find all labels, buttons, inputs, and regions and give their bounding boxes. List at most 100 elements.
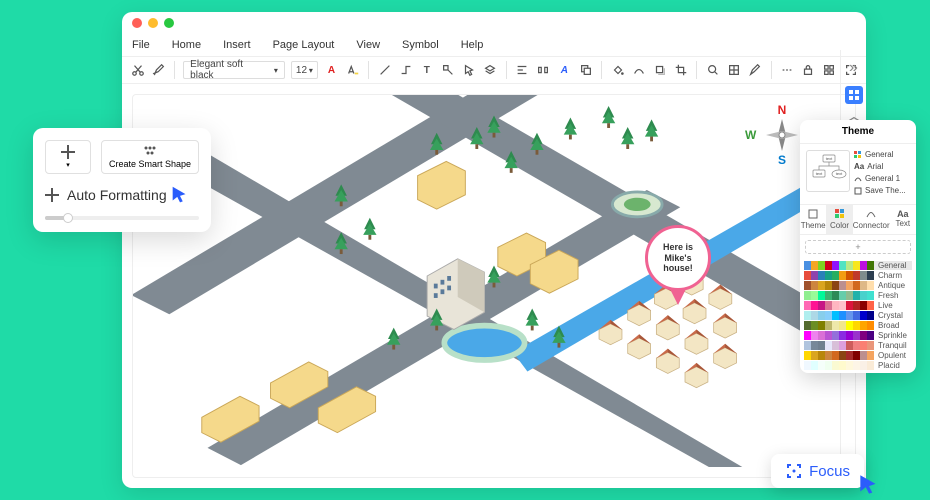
swatch [818,331,825,340]
palette-row[interactable]: Tranquil [804,341,912,350]
dash-icon[interactable] [780,62,795,78]
swatch [867,341,874,350]
menu-page-layout[interactable]: Page Layout [273,39,335,51]
auto-formatting-label: Auto Formatting [67,187,167,203]
bring-forward-icon[interactable] [578,62,593,78]
paintbrush-icon[interactable] [151,62,166,78]
map-pin[interactable]: Here is Mike's house! [645,225,725,315]
app-window: File Home Insert Page Layout View Symbol… [122,12,866,488]
create-smart-label: Create Smart Shape [109,159,191,169]
swatch [832,361,839,370]
palette-list: GeneralCharmAntiqueFreshLiveCrystalBroad… [800,259,916,373]
shadow-icon[interactable] [652,62,667,78]
menu-help[interactable]: Help [461,39,484,51]
swatch [832,271,839,280]
palette-row[interactable]: General [804,261,912,270]
distribute-icon[interactable] [536,62,551,78]
search-icon[interactable] [705,62,720,78]
menu-symbol[interactable]: Symbol [402,39,439,51]
menu-view[interactable]: View [356,39,380,51]
palette-row[interactable]: Fresh [804,291,912,300]
legend-save-icon [854,187,862,195]
italic-icon[interactable]: A [557,62,572,78]
connector-icon[interactable] [398,62,413,78]
swatch [811,301,818,310]
swatch [804,281,811,290]
cut-icon[interactable] [130,62,145,78]
swatch [853,361,860,370]
swatch [853,271,860,280]
palette-label: Live [878,301,912,310]
palette-row[interactable]: Antique [804,281,912,290]
smart-shape-icon-button[interactable]: ▾ [45,140,91,174]
minimize-icon[interactable] [148,18,158,28]
menu-file[interactable]: File [132,39,150,51]
focus-button[interactable]: Focus [771,454,864,488]
swatch [867,281,874,290]
tab-connector[interactable]: Connector [853,205,890,234]
line-tool-icon[interactable] [377,62,392,78]
palette-row[interactable]: Crystal [804,311,912,320]
shape-tool-icon[interactable] [440,62,455,78]
spark-icon [61,145,75,159]
swatch [804,341,811,350]
create-smart-shape-button[interactable]: Create Smart Shape [101,140,199,174]
font-select[interactable]: Elegant soft black▾ [183,61,285,79]
table-icon[interactable] [727,62,742,78]
stroke-icon[interactable] [631,62,646,78]
align-icon[interactable] [515,62,530,78]
dock-theme-icon[interactable] [845,86,863,104]
swatch [804,361,811,370]
palette-row[interactable]: Broad [804,321,912,330]
menu-insert[interactable]: Insert [223,39,251,51]
pen-icon[interactable] [748,62,763,78]
swatch [811,341,818,350]
palette-row[interactable]: Sprinkle [804,331,912,340]
connector-tab-icon [866,209,876,219]
menu-home[interactable]: Home [172,39,201,51]
auto-formatting-row[interactable]: Auto Formatting [45,184,199,206]
cursor-icon [856,472,882,498]
font-size-select[interactable]: 12▾ [291,61,318,79]
fill-icon[interactable] [610,62,625,78]
layers-icon[interactable] [483,62,498,78]
swatch [825,321,832,330]
legend-font-icon: Aa [854,162,864,171]
tab-color[interactable]: Color [826,205,852,234]
tab-text[interactable]: AaText [890,205,916,234]
toolbar: Elegant soft black▾ 12▾ A T A [122,56,866,84]
tab-theme[interactable]: Theme [800,205,826,234]
add-palette-button[interactable]: + [805,240,911,254]
swatch [846,311,853,320]
close-icon[interactable] [132,18,142,28]
slider-thumb[interactable] [63,213,73,223]
highlight-icon[interactable] [345,62,360,78]
swatch [832,351,839,360]
palette-label: Tranquil [878,341,912,350]
text-tool-icon[interactable]: T [419,62,434,78]
swatch [811,321,818,330]
palette-row[interactable]: Live [804,301,912,310]
color-tab-icon [835,209,845,219]
maximize-icon[interactable] [164,18,174,28]
pointer-icon[interactable] [461,62,476,78]
grid-icon[interactable] [822,62,837,78]
swatch [811,291,818,300]
titlebar [122,12,866,34]
theme-preview[interactable]: texttexttext [806,150,850,192]
lock-icon[interactable] [801,62,816,78]
palette-label: Opulent [878,351,912,360]
swatch [818,341,825,350]
dock-collapse-icon[interactable]: » [846,60,862,76]
slider[interactable] [45,216,199,220]
swatch [860,301,867,310]
swatch [867,321,874,330]
palette-row[interactable]: Opulent [804,351,912,360]
font-color-icon[interactable]: A [324,62,339,78]
swatch [867,361,874,370]
crop-icon[interactable] [673,62,688,78]
palette-row[interactable]: Charm [804,271,912,280]
swatch [825,291,832,300]
palette-row[interactable]: Placid [804,361,912,370]
canvas[interactable]: N S E W Here is Mike's house! [132,94,856,478]
